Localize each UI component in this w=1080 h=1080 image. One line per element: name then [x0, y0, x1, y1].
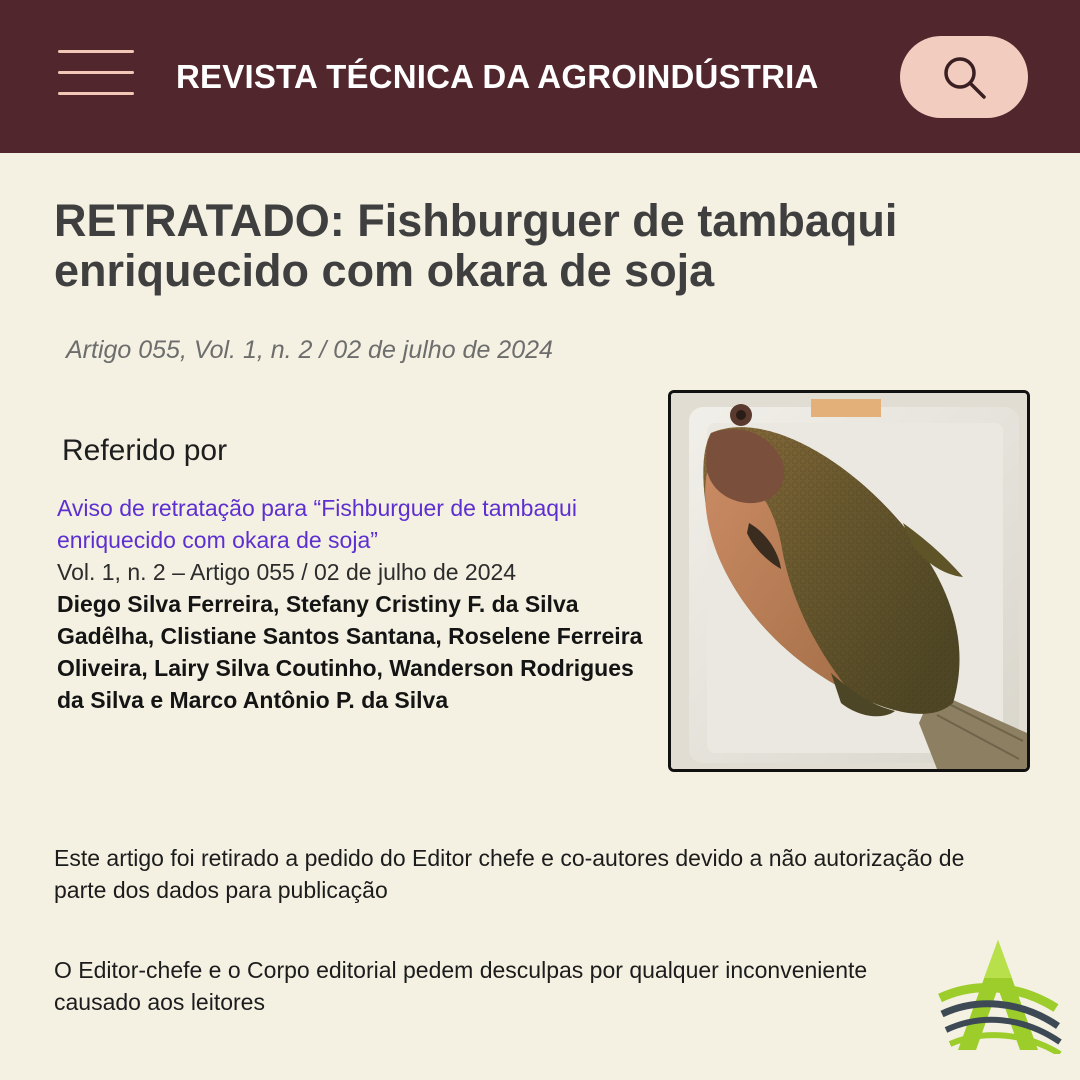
referenced-by-label: Referido por — [62, 434, 228, 467]
referenced-by-block: Aviso de retratação para “Fishburguer de… — [57, 492, 647, 716]
reference-authors: Diego Silva Ferreira, Stefany Cristiny F… — [57, 591, 643, 713]
search-button[interactable] — [900, 36, 1028, 118]
apology-text: O Editor-chefe e o Corpo editorial pedem… — [54, 957, 868, 1015]
fish-photo — [668, 390, 1030, 772]
hamburger-menu-icon[interactable] — [58, 48, 136, 98]
reference-detail: Vol. 1, n. 2 – Artigo 055 / 02 de julho … — [57, 559, 517, 585]
article-title: RETRATADO: Fishburguer de tambaqui enriq… — [54, 195, 898, 296]
search-icon — [944, 57, 986, 99]
journal-logo-icon — [934, 938, 1062, 1059]
tambaqui-fish-image — [671, 393, 1027, 769]
retraction-notice-link[interactable]: Aviso de retratação para “Fishburguer de… — [57, 492, 647, 556]
retraction-reason-text: Este artigo foi retirado a pedido do Edi… — [54, 845, 965, 903]
article-meta: Artigo 055, Vol. 1, n. 2 / 02 de julho d… — [66, 336, 553, 364]
site-header: REVISTA TÉCNICA DA AGROINDÚSTRIA — [0, 0, 1080, 153]
site-title: REVISTA TÉCNICA DA AGROINDÚSTRIA — [176, 58, 819, 95]
